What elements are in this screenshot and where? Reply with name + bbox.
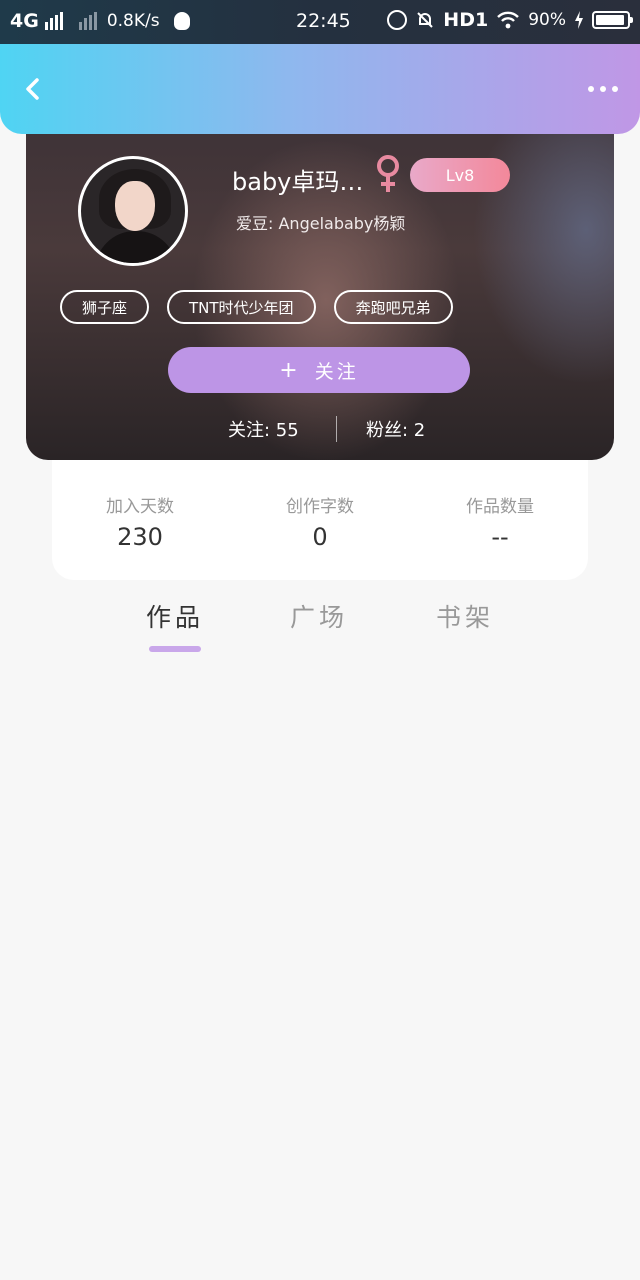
battery-icon — [592, 11, 633, 29]
wifi-icon — [497, 11, 520, 29]
follow-counts: 关注: 55 粉丝: 2 — [26, 414, 614, 444]
tab-bookshelf[interactable]: 书架 — [436, 598, 494, 634]
fans-count[interactable]: 粉丝: 2 — [366, 416, 425, 442]
stat-join-days: 加入天数 230 — [70, 492, 210, 551]
level-badge: Lv8 — [410, 158, 510, 192]
chevron-left-icon[interactable] — [22, 78, 44, 100]
network-speed: 0.8K/s — [106, 11, 160, 31]
signal-icon — [44, 12, 63, 30]
tag-item[interactable]: 狮子座 — [60, 290, 150, 324]
alarm-icon — [387, 10, 408, 30]
profile-card: baby卓玛… Lv8 爱豆: Angelababy杨颖 狮子座 TNT时代少年… — [26, 110, 614, 460]
header-bar — [0, 44, 640, 134]
charging-icon — [575, 11, 583, 29]
stat-value: -- — [491, 523, 509, 551]
idol-label: 爱豆: Angelababy杨颖 — [236, 214, 406, 233]
stat-word-count: 创作字数 0 — [250, 492, 390, 551]
divider — [336, 416, 337, 442]
tab-active-indicator — [149, 646, 201, 652]
tab-bar: 作品 广场 书架 — [0, 598, 640, 658]
stats-card: 加入天数 230 创作字数 0 作品数量 -- — [52, 440, 588, 580]
stat-value: 230 — [117, 523, 163, 551]
tag-item[interactable]: TNT时代少年团 — [167, 290, 316, 324]
tag-list: 狮子座 TNT时代少年团 奔跑吧兄弟 — [60, 290, 453, 324]
status-right: HD1 90% — [387, 9, 633, 31]
stat-label: 加入天数 — [106, 497, 174, 517]
network-type: 4G — [10, 10, 39, 32]
hd-indicator: HD1 — [443, 9, 489, 31]
follow-button[interactable]: + 关注 — [168, 347, 470, 393]
status-bar: 4G 0.8K/s 22:45 HD1 90% — [0, 0, 640, 44]
clock: 22:45 — [296, 10, 351, 32]
stat-value: 0 — [312, 523, 328, 551]
tab-square[interactable]: 广场 — [290, 598, 348, 634]
signal-icon-secondary — [78, 12, 97, 30]
qq-icon — [173, 12, 190, 30]
stat-works-count: 作品数量 -- — [430, 492, 570, 551]
more-dots-icon[interactable] — [588, 86, 618, 92]
follow-button-label: 关注 — [314, 360, 359, 383]
tab-works[interactable]: 作品 — [146, 598, 204, 634]
stat-label: 作品数量 — [466, 497, 534, 517]
mute-bell-icon — [417, 12, 434, 28]
tag-item[interactable]: 奔跑吧兄弟 — [333, 290, 453, 324]
stat-label: 创作字数 — [286, 497, 354, 517]
avatar[interactable] — [78, 156, 188, 266]
plus-icon: + — [279, 357, 301, 383]
female-icon — [377, 155, 399, 192]
battery-percent: 90% — [528, 10, 566, 30]
user-name: baby卓玛… — [232, 168, 364, 196]
following-count[interactable]: 关注: 55 — [228, 416, 299, 442]
status-left: 4G 0.8K/s — [10, 10, 190, 32]
